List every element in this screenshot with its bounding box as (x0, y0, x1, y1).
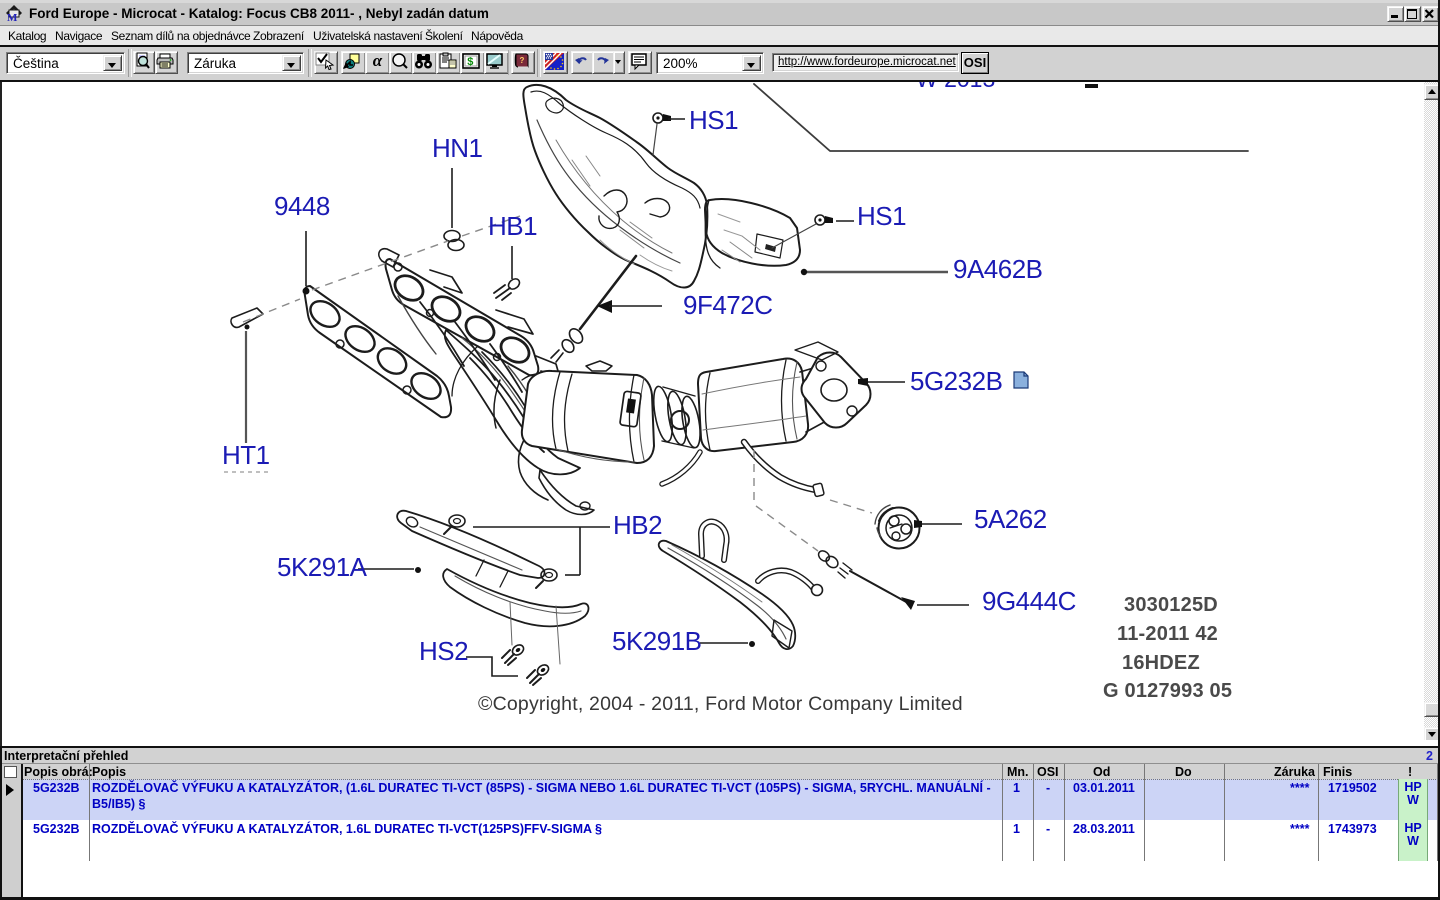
svg-text:5K291A: 5K291A (277, 552, 368, 582)
svg-text:$: $ (467, 56, 473, 68)
svg-text:5A262: 5A262 (974, 504, 1047, 534)
svg-text:16HDEZ: 16HDEZ (1122, 652, 1200, 674)
svg-text:5G232B: 5G232B (910, 366, 1002, 396)
svg-text:9A462B: 9A462B (953, 254, 1043, 284)
svg-text:9448: 9448 (274, 191, 330, 221)
svg-text:9G444C: 9G444C (982, 586, 1076, 616)
svg-text:5K291B: 5K291B (612, 626, 702, 656)
svg-text:©Copyright, 2004 - 2011, Ford: ©Copyright, 2004 - 2011, Ford Motor Comp… (478, 693, 963, 715)
svg-text:W 2013: W 2013 (916, 82, 995, 92)
svg-text:HS1: HS1 (857, 201, 906, 231)
svg-text:11-2011 42: 11-2011 42 (1117, 623, 1218, 645)
svg-text:HS1: HS1 (689, 105, 738, 135)
svg-text:HS2: HS2 (419, 636, 468, 666)
svg-text:HN1: HN1 (432, 133, 483, 163)
svg-text:HB2: HB2 (613, 510, 662, 540)
svg-text:HB1: HB1 (488, 211, 537, 241)
svg-text:M: M (7, 12, 18, 22)
svg-text:9F472C: 9F472C (683, 290, 773, 320)
svg-text:HT1: HT1 (222, 440, 270, 470)
svg-text:?: ? (520, 56, 525, 65)
svg-text:3030125D: 3030125D (1124, 594, 1218, 616)
svg-text:G 0127993 05: G 0127993 05 (1103, 680, 1232, 702)
